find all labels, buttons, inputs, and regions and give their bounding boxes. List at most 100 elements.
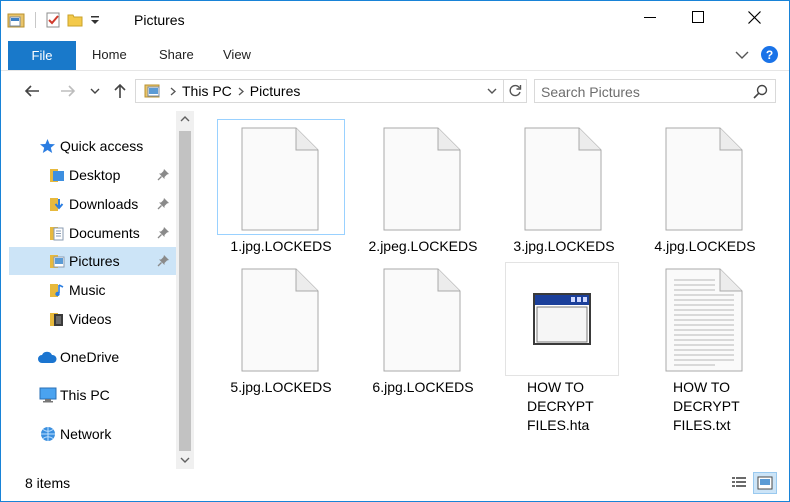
sidebar-item-documents[interactable]: Documents [1, 219, 175, 247]
tab-file[interactable]: File [8, 41, 76, 70]
blank-file-icon [383, 268, 461, 372]
pictures-folder-icon [49, 253, 65, 272]
expand-ribbon-chevron-icon[interactable] [734, 47, 750, 66]
sidebar-item-label: Pictures [69, 253, 120, 269]
sidebar-item-label: Downloads [69, 196, 139, 212]
address-bar-controls [481, 80, 526, 102]
file-name: 1.jpg.LOCKEDS [230, 238, 332, 254]
blank-file-icon [241, 127, 319, 231]
sidebar-item-videos[interactable]: Videos [1, 305, 175, 333]
sidebar-item-desktop[interactable]: Desktop [1, 161, 175, 189]
sidebar-item-label: OneDrive [60, 349, 120, 365]
blank-file-icon [665, 127, 743, 231]
pin-icon[interactable] [157, 197, 170, 213]
back-button[interactable] [21, 81, 43, 101]
tab-home[interactable]: Home [92, 47, 127, 62]
file-name: 6.jpg.LOCKEDS [372, 379, 474, 395]
sidebar-item-quick-access[interactable]: Quick access [1, 132, 175, 160]
title-bar: Pictures [1, 1, 789, 39]
breadcrumb-separator-icon [170, 83, 176, 99]
file-name-line: HOW TO [527, 379, 585, 395]
sidebar-item-pictures[interactable]: Pictures [9, 247, 183, 275]
back-arrow-icon [24, 85, 39, 97]
file-name-line: FILES.txt [673, 417, 731, 433]
scrollbar-thumb[interactable] [179, 131, 191, 451]
pictures-location-icon [144, 83, 164, 99]
up-button[interactable] [109, 81, 131, 101]
help-button[interactable]: ? [761, 46, 778, 63]
details-view-button[interactable] [727, 472, 751, 494]
minimize-button[interactable] [627, 1, 673, 33]
close-button[interactable] [731, 1, 777, 33]
file-name: 5.jpg.LOCKEDS [230, 379, 332, 395]
maximize-icon [692, 11, 704, 23]
text-document-icon [665, 268, 743, 372]
recent-locations-button[interactable] [88, 81, 102, 101]
sidebar-item-label: Documents [69, 225, 140, 241]
file-name: HOW TO DECRYPT FILES.txt [641, 378, 769, 435]
item-count: 8 items [25, 475, 71, 491]
videos-folder-icon [49, 311, 65, 330]
file-name-line: HOW TO [673, 379, 731, 395]
window-title: Pictures [134, 12, 185, 28]
file-name: 2.jpeg.LOCKEDS [368, 238, 478, 254]
search-box[interactable]: Search Pictures [534, 79, 776, 103]
forward-button[interactable] [57, 81, 79, 101]
sidebar-item-label: Quick access [60, 138, 144, 154]
customize-toolbar-dropdown-icon[interactable] [88, 13, 102, 27]
sidebar-item-this-pc[interactable]: This PC [1, 381, 175, 409]
breadcrumb-pictures[interactable]: Pictures [250, 83, 301, 99]
sidebar-item-network[interactable]: Network [1, 420, 175, 448]
hta-application-icon [533, 293, 591, 345]
refresh-icon[interactable] [504, 80, 526, 102]
up-arrow-icon [114, 83, 126, 98]
pin-icon[interactable] [157, 168, 170, 184]
folder-icon [49, 167, 65, 186]
navigation-pane: Quick access Desktop Downloads Documents… [1, 111, 197, 469]
pin-icon[interactable] [157, 226, 170, 242]
pin-icon[interactable] [157, 254, 170, 270]
address-history-dropdown-icon[interactable] [481, 80, 503, 102]
sidebar-item-music[interactable]: Music [1, 276, 175, 304]
new-folder-icon[interactable] [66, 11, 84, 29]
file-name-line: DECRYPT [527, 398, 594, 414]
music-folder-icon [49, 282, 65, 301]
toolbar-separator [35, 12, 36, 28]
blank-file-icon [524, 127, 602, 231]
scroll-up-button[interactable] [176, 111, 194, 127]
status-bar: 8 items [1, 469, 789, 501]
quick-access-toolbar [7, 9, 102, 31]
address-bar[interactable]: This PC Pictures [135, 79, 527, 103]
computer-icon [39, 387, 57, 406]
star-icon [39, 138, 56, 157]
file-name: 3.jpg.LOCKEDS [513, 238, 615, 254]
breadcrumb-this-pc[interactable]: This PC [182, 83, 232, 99]
maximize-button[interactable] [675, 1, 721, 33]
file-name: HOW TO DECRYPT FILES.hta [505, 378, 633, 435]
sidebar-item-onedrive[interactable]: OneDrive [1, 343, 175, 371]
explorer-window: Pictures File Home Share View ? This PC … [0, 0, 790, 502]
file-name-line: FILES.hta [527, 417, 590, 433]
scroll-down-button[interactable] [176, 452, 194, 468]
blank-file-icon [241, 268, 319, 372]
sidebar-item-label: This PC [60, 387, 110, 403]
chevron-up-icon [180, 116, 190, 122]
navigation-bar: This PC Pictures Search Pictures [1, 71, 789, 111]
breadcrumb-separator-icon [238, 83, 244, 99]
sidebar-scrollbar[interactable] [176, 111, 194, 469]
file-list: 1.jpg.LOCKEDS 2.jpeg.LOCKEDS 3.jpg.LOCKE… [197, 111, 789, 469]
ribbon-tabs: File Home Share View ? [1, 39, 789, 71]
explorer-app-icon[interactable] [7, 11, 27, 29]
tab-share[interactable]: Share [159, 47, 194, 62]
close-icon [747, 10, 761, 24]
details-view-icon [732, 477, 746, 487]
tab-view[interactable]: View [223, 47, 251, 62]
sidebar-item-label: Desktop [69, 167, 121, 183]
properties-icon[interactable] [44, 11, 62, 29]
sidebar-item-label: Music [69, 282, 106, 298]
sidebar-item-downloads[interactable]: Downloads [1, 190, 175, 218]
sidebar-item-label: Videos [69, 311, 112, 327]
large-icons-view-button[interactable] [753, 472, 777, 494]
search-icon[interactable] [753, 84, 768, 102]
file-name-line: DECRYPT [673, 398, 740, 414]
